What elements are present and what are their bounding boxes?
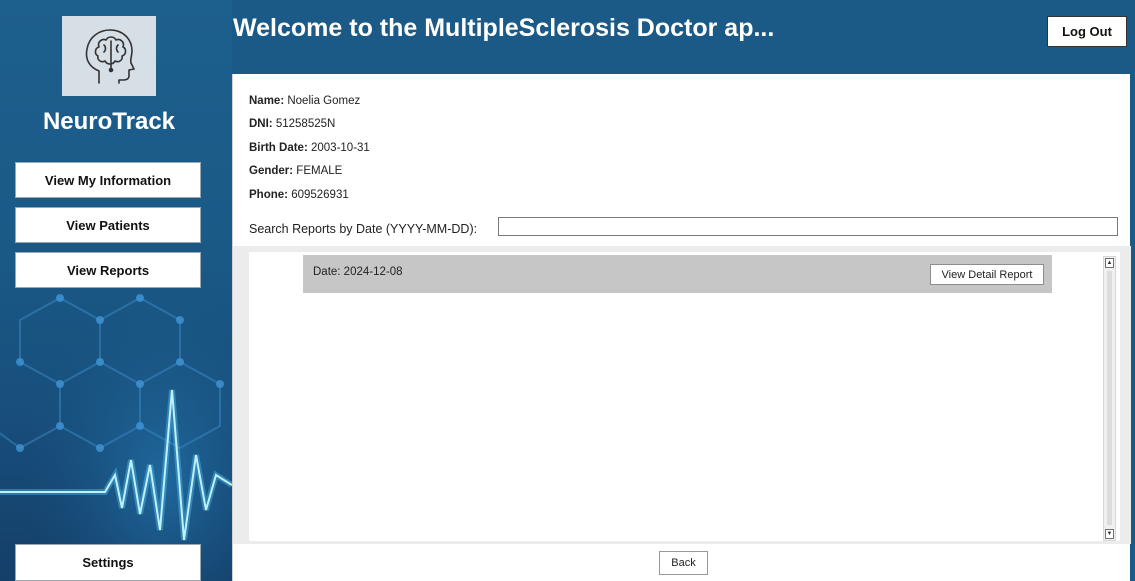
- profile-dni: DNI: 51258525N: [249, 116, 335, 132]
- app-name: NeuroTrack: [42, 108, 176, 135]
- scroll-track[interactable]: [1107, 271, 1112, 525]
- birth-date-value: 2003-10-31: [310, 142, 370, 154]
- search-label: Search Reports by Date (YYYY-MM-DD):: [249, 222, 478, 236]
- profile-phone: Phone: 609526931: [249, 187, 349, 203]
- settings-button[interactable]: Settings: [15, 544, 201, 581]
- phone-label: Phone:: [249, 189, 288, 201]
- report-date: Date: 2024-12-08: [313, 266, 403, 278]
- sidebar: NeuroTrack View My Information View Pati…: [0, 0, 232, 581]
- heartbeat-background-icon: [0, 250, 232, 581]
- app-window: NeuroTrack View My Information View Pati…: [0, 0, 1135, 581]
- dni-value: 51258525N: [275, 118, 336, 130]
- search-date-input[interactable]: [498, 217, 1118, 236]
- dni-label: DNI:: [249, 118, 273, 130]
- view-detail-report-button[interactable]: View Detail Report: [930, 264, 1044, 285]
- birth-date-label: Birth Date:: [249, 142, 308, 154]
- report-row: Date: 2024-12-08 View Detail Report: [303, 255, 1052, 293]
- scroll-down-icon[interactable]: ▼: [1105, 529, 1114, 539]
- phone-value: 609526931: [291, 189, 349, 201]
- log-out-button[interactable]: Log Out: [1047, 16, 1127, 47]
- name-value: Noelia Gomez: [287, 95, 361, 107]
- view-my-information-button[interactable]: View My Information: [15, 162, 201, 198]
- main-panel: Name: Noelia Gomez DNI: 51258525N Birth …: [232, 74, 1131, 581]
- gender-value: FEMALE: [296, 165, 343, 177]
- vertical-scrollbar[interactable]: ▲ ▼: [1103, 256, 1116, 541]
- scroll-up-icon[interactable]: ▲: [1105, 258, 1114, 268]
- app-logo: [62, 16, 156, 96]
- reports-list-area: Date: 2024-12-08 View Detail Report ▲ ▼: [233, 246, 1131, 544]
- view-reports-button[interactable]: View Reports: [15, 252, 201, 288]
- page-title: Welcome to the MultipleSclerosis Doctor …: [233, 14, 775, 42]
- reports-list[interactable]: Date: 2024-12-08 View Detail Report ▲ ▼: [249, 252, 1120, 541]
- profile-birth-date: Birth Date: 2003-10-31: [249, 140, 370, 156]
- view-patients-button[interactable]: View Patients: [15, 207, 201, 243]
- gender-label: Gender:: [249, 165, 294, 177]
- name-label: Name:: [249, 95, 285, 107]
- profile-name: Name: Noelia Gomez: [249, 93, 360, 109]
- back-button[interactable]: Back: [659, 551, 708, 575]
- brain-head-icon: [85, 29, 135, 84]
- profile-gender: Gender: FEMALE: [249, 163, 342, 179]
